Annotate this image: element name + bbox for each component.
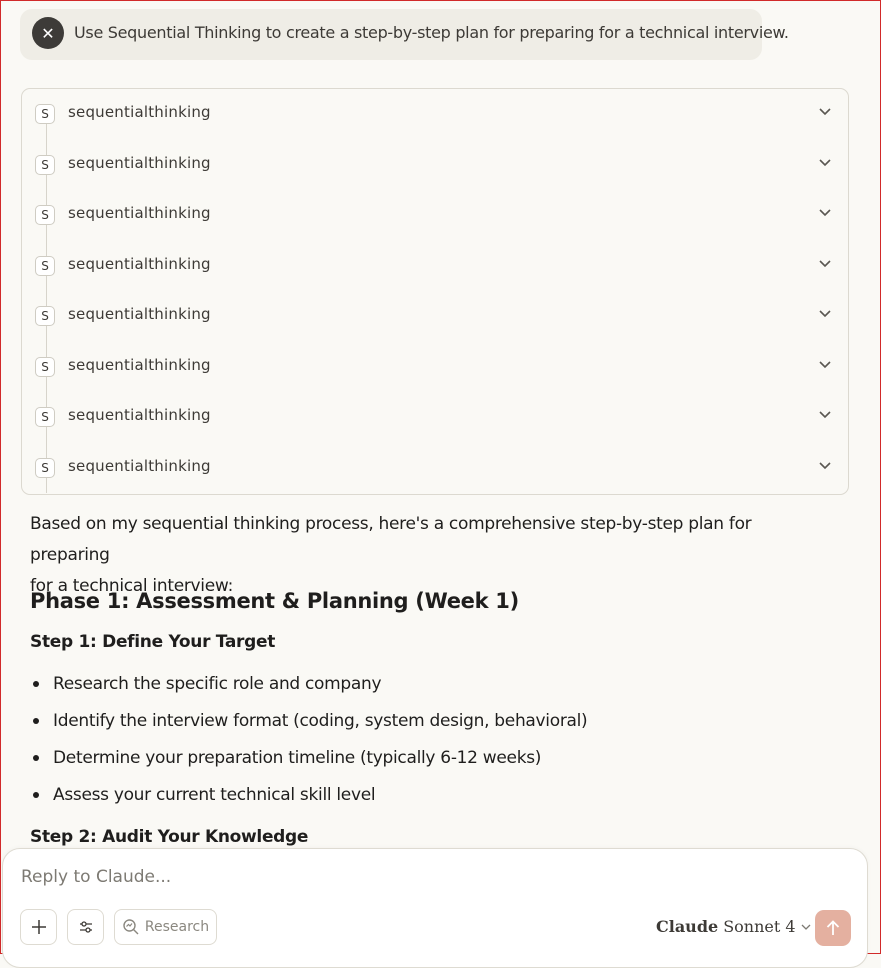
tool-call-item[interactable]: S sequentialthinking (22, 351, 848, 381)
chevron-down-icon[interactable] (818, 208, 832, 218)
reply-composer: Research Claude Sonnet 4 (2, 848, 868, 968)
tool-badge: S (35, 458, 55, 478)
chevron-down-icon[interactable] (818, 158, 832, 168)
tool-call-item[interactable]: S sequentialthinking (22, 149, 848, 179)
tool-call-item[interactable]: S sequentialthinking (22, 250, 848, 280)
tool-call-label: sequentialthinking (68, 255, 211, 273)
tool-badge: S (35, 205, 55, 225)
user-prompt-text: Use Sequential Thinking to create a step… (74, 23, 789, 42)
list-item: Research the specific role and company (30, 670, 587, 707)
tool-call-label: sequentialthinking (68, 154, 211, 172)
tool-call-item[interactable]: S sequentialthinking (22, 98, 848, 128)
close-icon[interactable]: ✕ (32, 17, 64, 49)
chevron-down-icon (801, 924, 811, 930)
chevron-down-icon[interactable] (818, 461, 832, 471)
model-brand: Claude (656, 917, 719, 936)
tool-call-item[interactable]: S sequentialthinking (22, 300, 848, 330)
assistant-response: Based on my sequential thinking process,… (30, 509, 820, 847)
tool-call-label: sequentialthinking (68, 103, 211, 121)
step-heading: Step 1: Define Your Target (30, 632, 276, 652)
reply-input[interactable] (21, 867, 621, 887)
tool-call-label: sequentialthinking (68, 204, 211, 222)
list-item: Identify the interview format (coding, s… (30, 707, 588, 744)
tool-call-label: sequentialthinking (68, 406, 211, 424)
tool-call-item[interactable]: S sequentialthinking (22, 452, 848, 482)
list-item: Determine your preparation timeline (typ… (30, 744, 587, 781)
tool-call-item[interactable]: S sequentialthinking (22, 401, 848, 431)
tool-call-label: sequentialthinking (68, 356, 211, 374)
phase-heading: Phase 1: Assessment & Planning (Week 1) (30, 589, 519, 613)
research-label: Research (144, 919, 210, 935)
tool-badge: S (35, 256, 55, 276)
tool-badge: S (35, 155, 55, 175)
tool-call-item[interactable]: S sequentialthinking (22, 199, 848, 229)
send-button[interactable] (815, 910, 851, 946)
chevron-down-icon[interactable] (818, 410, 832, 420)
user-prompt-bubble: ✕ Use Sequential Thinking to create a st… (20, 9, 789, 60)
chevron-down-icon[interactable] (818, 360, 832, 370)
tool-call-label: sequentialthinking (68, 457, 211, 475)
step-heading: Step 2: Audit Your Knowledge (30, 827, 309, 847)
arrow-up-icon (826, 920, 840, 935)
tool-badge: S (35, 357, 55, 377)
research-icon (123, 919, 139, 935)
tools-button[interactable] (67, 909, 104, 945)
response-intro-line-1: Based on my sequential thinking process,… (30, 514, 752, 565)
model-selector[interactable]: Claude Sonnet 4 (656, 917, 812, 936)
chevron-down-icon[interactable] (818, 309, 832, 319)
plus-icon (31, 920, 46, 934)
tool-badge: S (35, 306, 55, 326)
tool-badge: S (35, 407, 55, 427)
research-button[interactable]: Research (114, 909, 217, 945)
tool-call-label: sequentialthinking (68, 305, 211, 323)
step-bullet-list: Research the specific role and company I… (30, 670, 588, 818)
add-button[interactable] (20, 909, 57, 945)
tool-badge: S (35, 104, 55, 124)
list-item: Assess your current technical skill leve… (30, 781, 587, 818)
chevron-down-icon[interactable] (818, 107, 832, 117)
sliders-icon (79, 921, 92, 933)
chevron-down-icon[interactable] (818, 259, 832, 269)
model-name: Sonnet 4 (723, 917, 796, 936)
tool-calls-panel: S sequentialthinking S sequentialthinkin… (21, 88, 849, 495)
